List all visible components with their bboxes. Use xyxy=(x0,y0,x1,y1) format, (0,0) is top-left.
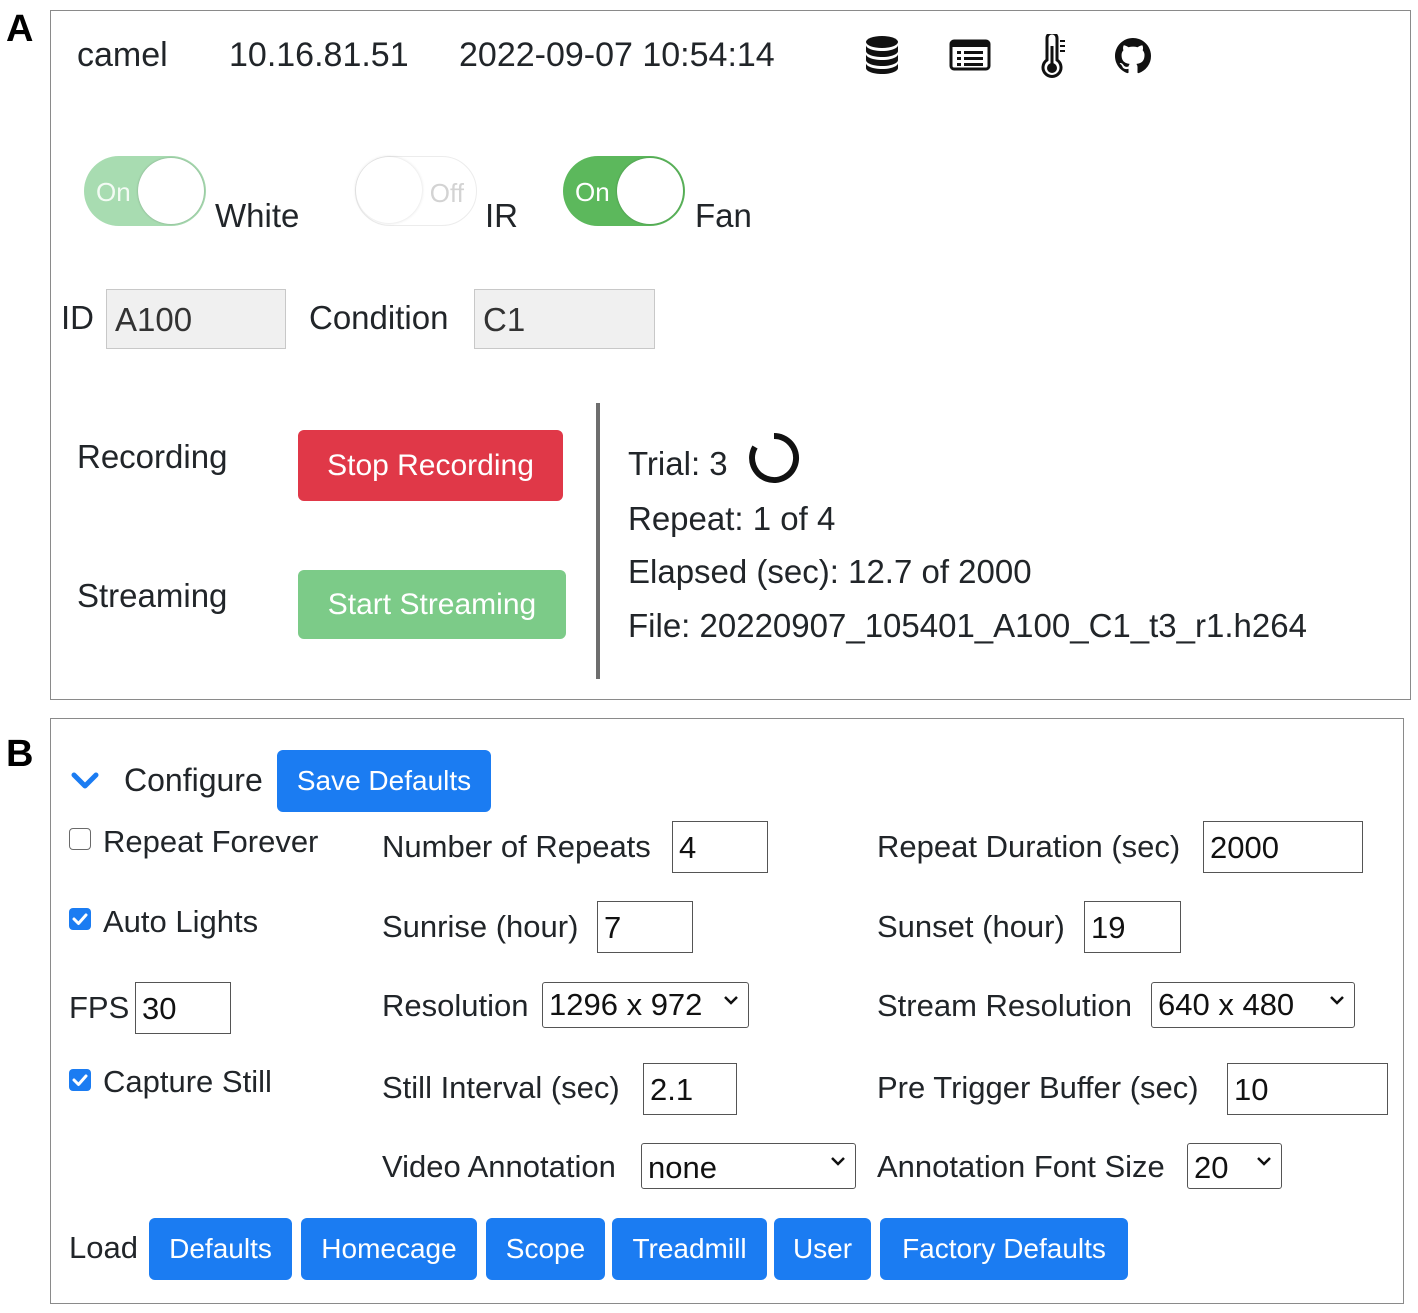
annotation-font-size-select[interactable]: 20 xyxy=(1187,1143,1282,1189)
panel-a-letter: A xyxy=(6,8,34,50)
condition-field[interactable]: C1 xyxy=(474,289,655,349)
condition-label: Condition xyxy=(309,299,449,336)
load-label: Load xyxy=(69,1230,138,1265)
hostname: camel xyxy=(77,36,168,74)
ir-toggle-knob xyxy=(356,157,422,223)
repeat-status: Repeat: 1 of 4 xyxy=(628,500,836,537)
ir-light-toggle[interactable]: Off xyxy=(355,156,477,226)
panel-b: Configure Save Defaults Repeat Forever N… xyxy=(50,718,1404,1304)
chevron-down-icon xyxy=(1330,996,1344,1005)
stream-resolution-label: Stream Resolution xyxy=(877,988,1133,1023)
load-user-button[interactable]: User xyxy=(774,1218,871,1280)
github-icon[interactable] xyxy=(1115,38,1151,74)
still-interval-label: Still Interval (sec) xyxy=(382,1070,620,1105)
repeat-forever-label: Repeat Forever xyxy=(103,824,319,859)
load-defaults-button[interactable]: Defaults xyxy=(149,1218,292,1280)
recording-label: Recording xyxy=(77,438,228,475)
streaming-label: Streaming xyxy=(77,577,228,614)
load-factory-defaults-button[interactable]: Factory Defaults xyxy=(880,1218,1128,1280)
fan-toggle-label: Fan xyxy=(695,197,752,234)
trial-status: Trial: 3 xyxy=(628,445,728,482)
id-label: ID xyxy=(61,299,94,336)
chevron-down-icon xyxy=(724,996,738,1005)
stream-resolution-value: 640 x 480 xyxy=(1158,987,1295,1022)
sunset-input[interactable]: 19 xyxy=(1084,901,1181,953)
datetime: 2022-09-07 10:54:14 xyxy=(459,36,775,74)
resolution-value: 1296 x 972 xyxy=(549,987,703,1022)
start-streaming-button[interactable]: Start Streaming xyxy=(298,570,566,639)
capture-still-checkbox[interactable] xyxy=(69,1069,91,1091)
fps-label: FPS xyxy=(69,990,130,1025)
load-treadmill-button[interactable]: Treadmill xyxy=(612,1218,767,1280)
resolution-select[interactable]: 1296 x 972 xyxy=(542,982,749,1028)
repeat-duration-label: Repeat Duration (sec) xyxy=(877,829,1181,864)
fan-toggle-state: On xyxy=(575,177,610,207)
checkmark-icon xyxy=(72,1074,88,1086)
pre-trigger-buffer-label: Pre Trigger Buffer (sec) xyxy=(877,1070,1199,1105)
load-scope-button[interactable]: Scope xyxy=(486,1218,605,1280)
spinner-icon xyxy=(749,433,800,483)
file-status: File: 20220907_105401_A100_C1_t3_r1.h264 xyxy=(628,607,1307,644)
configure-label[interactable]: Configure xyxy=(124,764,263,796)
annotation-font-size-value: 20 xyxy=(1194,1150,1229,1185)
annotation-font-size-label: Annotation Font Size xyxy=(877,1149,1165,1184)
auto-lights-label: Auto Lights xyxy=(103,904,259,939)
capture-still-label: Capture Still xyxy=(103,1064,272,1099)
ip-address: 10.16.81.51 xyxy=(229,36,409,74)
chevron-down-icon[interactable] xyxy=(71,771,99,791)
video-annotation-label: Video Annotation xyxy=(382,1149,616,1184)
fan-toggle-knob xyxy=(617,158,683,224)
repeat-duration-input[interactable]: 2000 xyxy=(1203,821,1363,873)
repeat-forever-checkbox[interactable] xyxy=(69,828,91,850)
panel-a: camel 10.16.81.51 2022-09-07 10:54:14 On… xyxy=(50,10,1411,700)
id-field[interactable]: A100 xyxy=(106,289,286,349)
chevron-down-icon xyxy=(831,1157,845,1166)
fan-toggle[interactable]: On xyxy=(563,156,685,226)
thermometer-icon[interactable] xyxy=(1039,34,1067,78)
sunrise-label: Sunrise (hour) xyxy=(382,909,579,944)
fps-input[interactable]: 30 xyxy=(135,982,231,1034)
number-of-repeats-label: Number of Repeats xyxy=(382,829,651,864)
status-divider xyxy=(596,403,600,679)
white-light-toggle[interactable]: On xyxy=(84,156,206,226)
ir-toggle-state: Off xyxy=(429,178,464,208)
ir-toggle-label: IR xyxy=(485,197,518,234)
white-toggle-knob xyxy=(138,158,204,224)
panel-b-letter: B xyxy=(6,733,34,775)
still-interval-input[interactable]: 2.1 xyxy=(643,1063,737,1115)
auto-lights-checkbox[interactable] xyxy=(69,908,91,930)
resolution-label: Resolution xyxy=(382,988,529,1023)
white-toggle-state: On xyxy=(96,177,131,207)
database-icon[interactable] xyxy=(864,35,900,75)
stream-resolution-select[interactable]: 640 x 480 xyxy=(1151,982,1355,1028)
checkmark-icon xyxy=(72,913,88,925)
elapsed-status: Elapsed (sec): 12.7 of 2000 xyxy=(628,553,1032,590)
list-icon[interactable] xyxy=(949,39,991,71)
number-of-repeats-input[interactable]: 4 xyxy=(672,821,768,873)
chevron-down-icon xyxy=(1257,1157,1271,1166)
load-homecage-button[interactable]: Homecage xyxy=(301,1218,477,1280)
stop-recording-button[interactable]: Stop Recording xyxy=(298,430,563,501)
sunrise-input[interactable]: 7 xyxy=(597,901,693,953)
video-annotation-select[interactable]: none xyxy=(641,1143,856,1189)
save-defaults-button[interactable]: Save Defaults xyxy=(277,750,491,812)
white-toggle-label: White xyxy=(215,197,300,234)
video-annotation-value: none xyxy=(648,1150,717,1185)
sunset-label: Sunset (hour) xyxy=(877,909,1065,944)
pre-trigger-buffer-input[interactable]: 10 xyxy=(1227,1063,1388,1115)
